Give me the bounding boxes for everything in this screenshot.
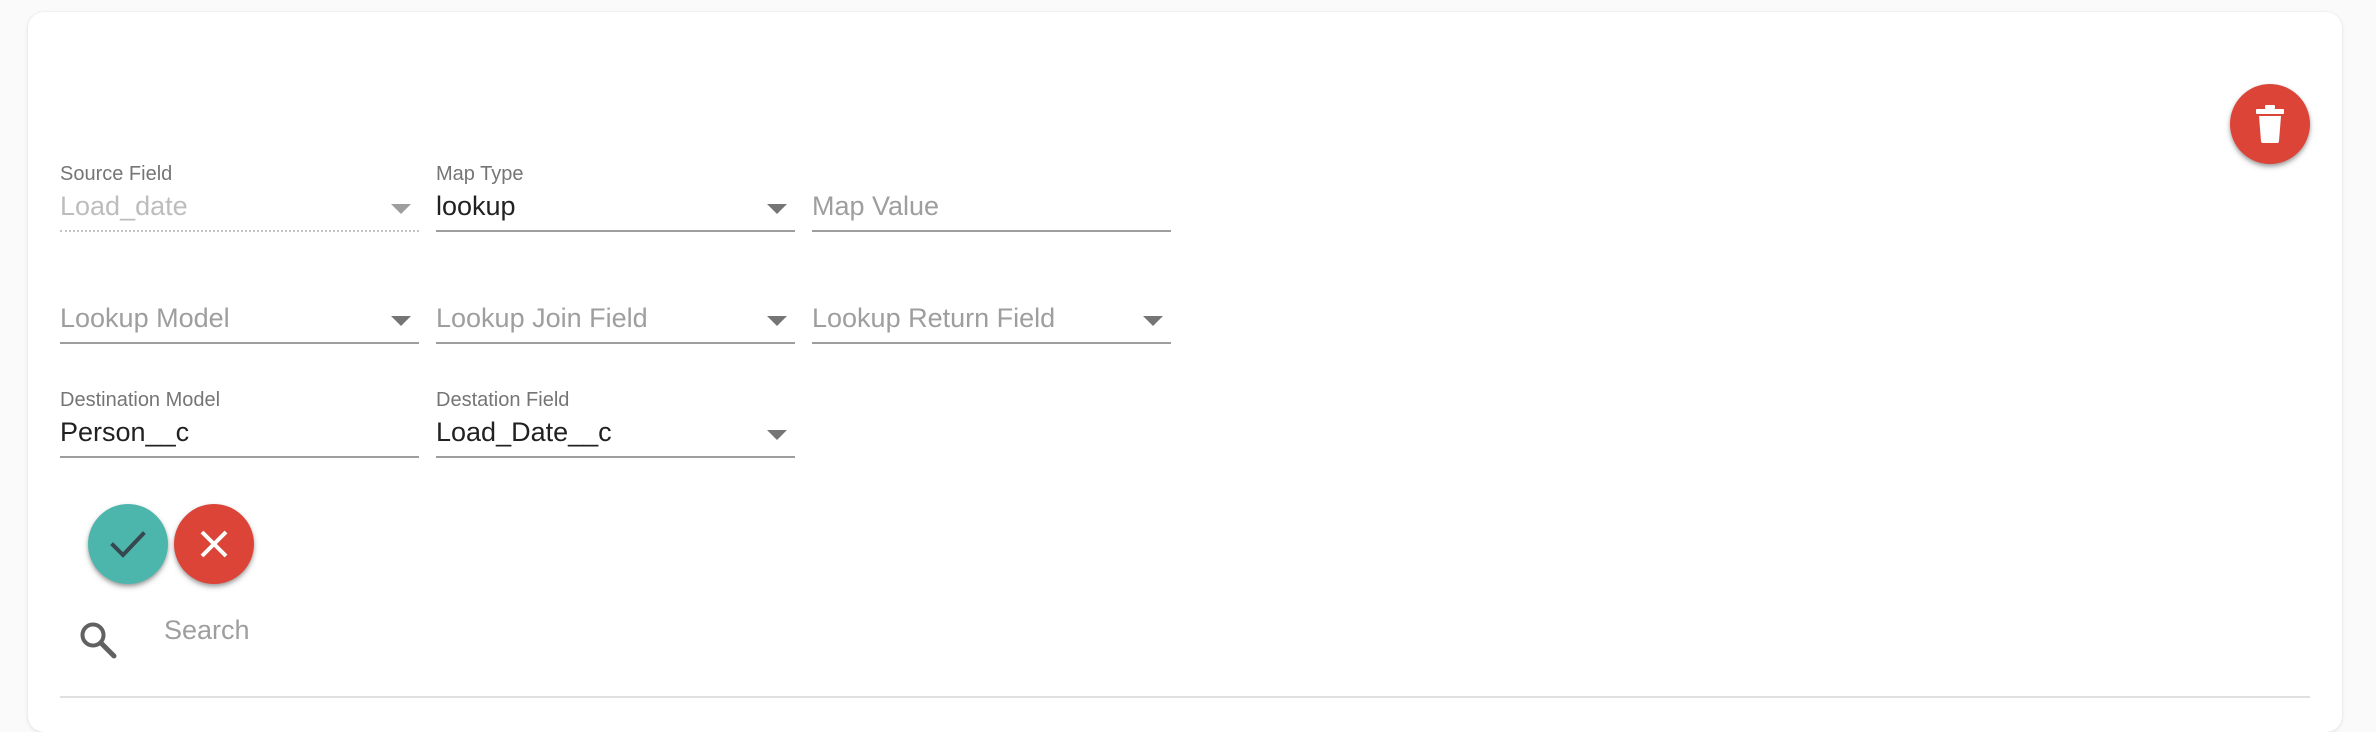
check-icon [110,530,146,558]
destination-model-field[interactable]: Destination Model Person__c [60,388,419,458]
lookup-model-placeholder: Lookup Model [60,303,230,333]
lookup-return-field-placeholder: Lookup Return Field [812,303,1056,333]
destination-model-label: Destination Model [60,389,221,411]
arrow-drop-down-icon [391,204,411,214]
arrow-drop-down-icon [391,316,411,326]
arrow-drop-down-icon [767,316,787,326]
search-divider [60,696,2310,698]
destination-model-value: Person__c [60,417,190,447]
delete-button[interactable] [2230,84,2310,164]
source-field-select[interactable]: Source Field Load_date [60,162,419,232]
lookup-return-field-select[interactable]: Lookup Return Field [812,274,1171,344]
destination-field-label: Destation Field [436,389,570,411]
source-field-value: Load_date [60,191,188,221]
close-icon [199,529,229,559]
cancel-button[interactable] [174,504,254,584]
destination-field-select[interactable]: Destation Field Load_Date__c [436,388,795,458]
arrow-drop-down-icon [767,430,787,440]
lookup-join-field-underline [436,342,795,344]
arrow-drop-down-icon [1143,316,1163,326]
search-input[interactable] [164,610,1364,650]
map-value-input[interactable]: Map Value [812,162,1171,232]
mapping-card: Source Field Load_date Map Type lookup M… [28,12,2342,732]
map-type-select[interactable]: Map Type lookup [436,162,795,232]
search-icon [78,620,118,665]
lookup-return-field-underline [812,342,1171,344]
map-type-underline [436,230,795,232]
lookup-join-field-placeholder: Lookup Join Field [436,303,648,333]
destination-field-value: Load_Date__c [436,417,612,447]
map-type-value: lookup [436,191,516,221]
trash-icon [2255,105,2285,143]
source-field-underline [60,230,419,232]
map-value-placeholder: Map Value [812,191,940,221]
arrow-drop-down-icon [767,204,787,214]
source-field-label: Source Field [60,163,173,185]
lookup-model-select[interactable]: Lookup Model [60,274,419,344]
confirm-button[interactable] [88,504,168,584]
destination-model-underline [60,456,419,458]
map-type-label: Map Type [436,163,524,185]
destination-field-underline [436,456,795,458]
map-value-underline [812,230,1171,232]
lookup-model-underline [60,342,419,344]
lookup-join-field-select[interactable]: Lookup Join Field [436,274,795,344]
